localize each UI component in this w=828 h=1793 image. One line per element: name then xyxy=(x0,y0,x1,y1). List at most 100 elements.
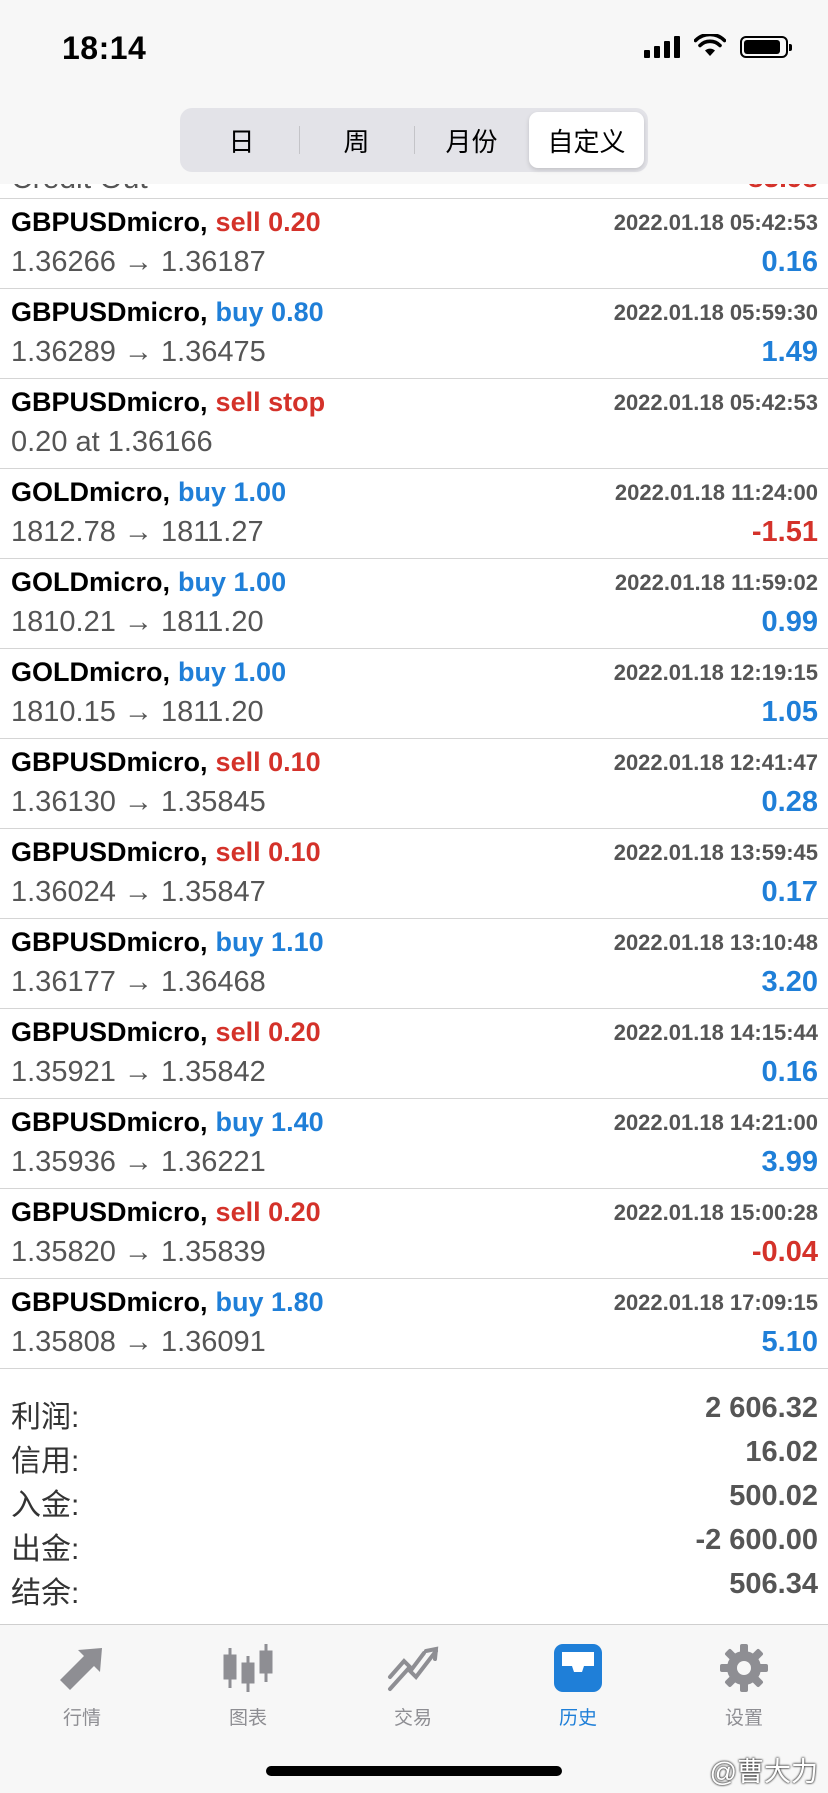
trade-trend-icon xyxy=(388,1646,439,1691)
deal-row[interactable]: GBPUSDmicro, sell 0.20 2022.01.18 14:15:44… xyxy=(0,1008,828,1099)
deal-symbol: GBPUSDmicro, xyxy=(11,927,208,957)
tab-trade[interactable]: 交易 xyxy=(358,1639,468,1730)
deal-title: GBPUSDmicro, sell 0.20 xyxy=(11,207,321,238)
deal-action: buy 1.10 xyxy=(215,927,324,957)
deal-row[interactable]: GBPUSDmicro, sell 0.10 2022.01.18 13:59:45… xyxy=(0,828,828,919)
deal-symbol: GBPUSDmicro, xyxy=(11,1197,208,1227)
quotes-arrows-icon xyxy=(60,1648,102,1690)
deal-row[interactable]: GBPUSDmicro, sell 0.10 2022.01.18 12:41:47… xyxy=(0,738,828,829)
deal-profit: 1.49 xyxy=(761,336,818,368)
deal-action: buy 1.80 xyxy=(215,1287,324,1317)
deal-row[interactable]: GBPUSDmicro, buy 1.80 2022.01.18 17:09:15 1… xyxy=(0,1278,828,1369)
history-inbox-icon xyxy=(554,1644,602,1692)
gear-icon xyxy=(720,1644,768,1692)
deal-profit: 0.28 xyxy=(761,786,818,818)
segment-week[interactable]: 周 xyxy=(299,112,414,168)
deal-profit: -0.04 xyxy=(751,1236,818,1268)
deal-datetime: 2022.01.18 05:42:53 xyxy=(613,210,818,235)
deal-symbol: GBPUSDmicro, xyxy=(11,1107,208,1137)
deal-row[interactable]: GBPUSDmicro, sell 0.20 2022.01.18 05:42:53… xyxy=(0,198,828,289)
deal-symbol: GOLDmicro, xyxy=(11,567,171,597)
deal-profit: 0.16 xyxy=(761,246,818,278)
deal-row[interactable]: GOLDmicro, buy 1.00 2022.01.18 11:24:00 181… xyxy=(0,468,828,559)
deal-title: GBPUSDmicro, buy 1.40 xyxy=(11,1107,324,1138)
deal-profit: 0.99 xyxy=(761,606,818,638)
deal-datetime: 2022.01.18 11:59:02 xyxy=(614,570,818,595)
deal-row[interactable]: GBPUSDmicro, sell stop 2022.01.18 05:42:53… xyxy=(0,378,828,469)
deal-datetime: 2022.01.18 15:00:28 xyxy=(613,1200,818,1225)
deal-action: sell 0.20 xyxy=(215,207,321,237)
deal-symbol: GBPUSDmicro, xyxy=(11,387,208,417)
deal-action: buy 1.00 xyxy=(178,657,287,687)
deal-row[interactable]: GBPUSDmicro, sell 0.20 2022.01.18 15:00:28… xyxy=(0,1188,828,1279)
tab-settings[interactable]: 设置 xyxy=(689,1639,799,1730)
home-indicator[interactable] xyxy=(266,1766,562,1776)
deal-profit: 3.20 xyxy=(761,966,818,998)
deal-symbol: GBPUSDmicro, xyxy=(11,747,208,777)
deal-prices: 1.35808 → 1.36091 xyxy=(11,1326,266,1358)
deal-prices: 1810.21 → 1811.20 xyxy=(11,606,264,638)
deal-datetime: 2022.01.18 17:09:15 xyxy=(613,1290,818,1315)
deal-row[interactable]: GOLDmicro, buy 1.00 2022.01.18 12:19:15 181… xyxy=(0,648,828,739)
deal-datetime: 2022.01.18 05:42:53 xyxy=(613,390,818,415)
deal-title: GBPUSDmicro, sell 0.10 xyxy=(11,837,321,868)
segment-custom[interactable]: 自定义 xyxy=(529,112,644,168)
summary-deposit-label: 入金: xyxy=(11,1489,80,1522)
tab-charts[interactable]: 图表 xyxy=(193,1639,303,1730)
deal-action: buy 1.00 xyxy=(178,477,287,507)
deal-action: sell stop xyxy=(215,387,326,417)
history-deal-list[interactable]: Credit Out -83.98 GBPUSDmicro,sell 0.202… xyxy=(0,184,828,1384)
deal-symbol: GOLDmicro, xyxy=(11,657,171,687)
deal-title: GOLDmicro, buy 1.00 xyxy=(11,657,286,688)
credit-out-row[interactable]: Credit Out -83.98 xyxy=(0,184,828,199)
deal-datetime: 2022.01.18 12:19:15 xyxy=(613,660,818,685)
deal-prices: 1.36024 → 1.35847 xyxy=(11,876,266,908)
wifi-icon xyxy=(694,34,726,56)
tab-charts-label: 图表 xyxy=(228,1708,267,1729)
deal-symbol: GOLDmicro, xyxy=(11,477,171,507)
deal-title: GBPUSDmicro, buy 0.80 xyxy=(11,297,324,328)
watermark-text: @曹大力 xyxy=(709,1757,818,1787)
deal-symbol: GBPUSDmicro, xyxy=(11,837,208,867)
summary-deposit-value: 500.02 xyxy=(729,1480,818,1512)
candlestick-chart-icon xyxy=(223,1644,273,1692)
period-filter-bar: 日 周 月份 自定义 xyxy=(0,100,828,184)
summary-withdrawal-value: -2 600.00 xyxy=(695,1524,818,1556)
deal-prices: 1.36289 → 1.36475 xyxy=(11,336,266,368)
deal-action: buy 0.80 xyxy=(215,297,324,327)
segment-day[interactable]: 日 xyxy=(184,112,299,168)
deal-action: sell 0.20 xyxy=(215,1017,321,1047)
deal-row[interactable]: GBPUSDmicro, buy 1.40 2022.01.18 14:21:00 1… xyxy=(0,1098,828,1189)
tab-quotes[interactable]: 行情 xyxy=(27,1639,137,1730)
credit-out-label: Credit Out xyxy=(11,184,148,196)
account-summary: 利润: 2 606.32 信用: 16.02 入金: 500.02 出金: -2… xyxy=(0,1392,828,1612)
battery-icon xyxy=(740,36,792,58)
deal-prices: 1812.78 → 1811.27 xyxy=(11,516,264,548)
summary-balance-value: 506.34 xyxy=(729,1568,818,1600)
deal-title: GBPUSDmicro, buy 1.80 xyxy=(11,1287,324,1318)
credit-out-value: -83.98 xyxy=(739,184,818,194)
status-icons xyxy=(644,34,792,58)
deal-prices: 1810.15 → 1811.20 xyxy=(11,696,264,728)
deal-symbol: GBPUSDmicro, xyxy=(11,207,208,237)
period-segmented-control: 日 周 月份 自定义 xyxy=(180,108,648,172)
deal-title: GBPUSDmicro, sell 0.20 xyxy=(11,1017,321,1048)
status-bar: 18:14 xyxy=(0,0,828,100)
tab-history[interactable]: 历史 xyxy=(523,1639,633,1730)
summary-deposit-row: 入金: 500.02 xyxy=(0,1480,828,1524)
summary-credit-row: 信用: 16.02 xyxy=(0,1436,828,1480)
summary-balance-row: 结余: 506.34 xyxy=(0,1568,828,1612)
deal-profit: 3.99 xyxy=(761,1146,818,1178)
deal-row[interactable]: GBPUSDmicro, buy 0.80 2022.01.18 05:59:30 1… xyxy=(0,288,828,379)
summary-profit-value: 2 606.32 xyxy=(705,1392,818,1424)
deal-title: GBPUSDmicro, sell 0.20 xyxy=(11,1197,321,1228)
deal-prices: 1.35936 → 1.36221 xyxy=(11,1146,266,1178)
deal-datetime: 2022.01.18 05:59:30 xyxy=(613,300,818,325)
deal-action: sell 0.10 xyxy=(215,837,321,867)
deal-row[interactable]: GOLDmicro, buy 1.00 2022.01.18 11:59:02 181… xyxy=(0,558,828,649)
deal-action: sell 0.10 xyxy=(215,747,321,777)
deal-datetime: 2022.01.18 11:24:00 xyxy=(614,480,818,505)
deal-prices: 1.35820 → 1.35839 xyxy=(11,1236,266,1268)
segment-month[interactable]: 月份 xyxy=(414,112,529,168)
deal-row[interactable]: GBPUSDmicro, buy 1.10 2022.01.18 13:10:48 1… xyxy=(0,918,828,1009)
